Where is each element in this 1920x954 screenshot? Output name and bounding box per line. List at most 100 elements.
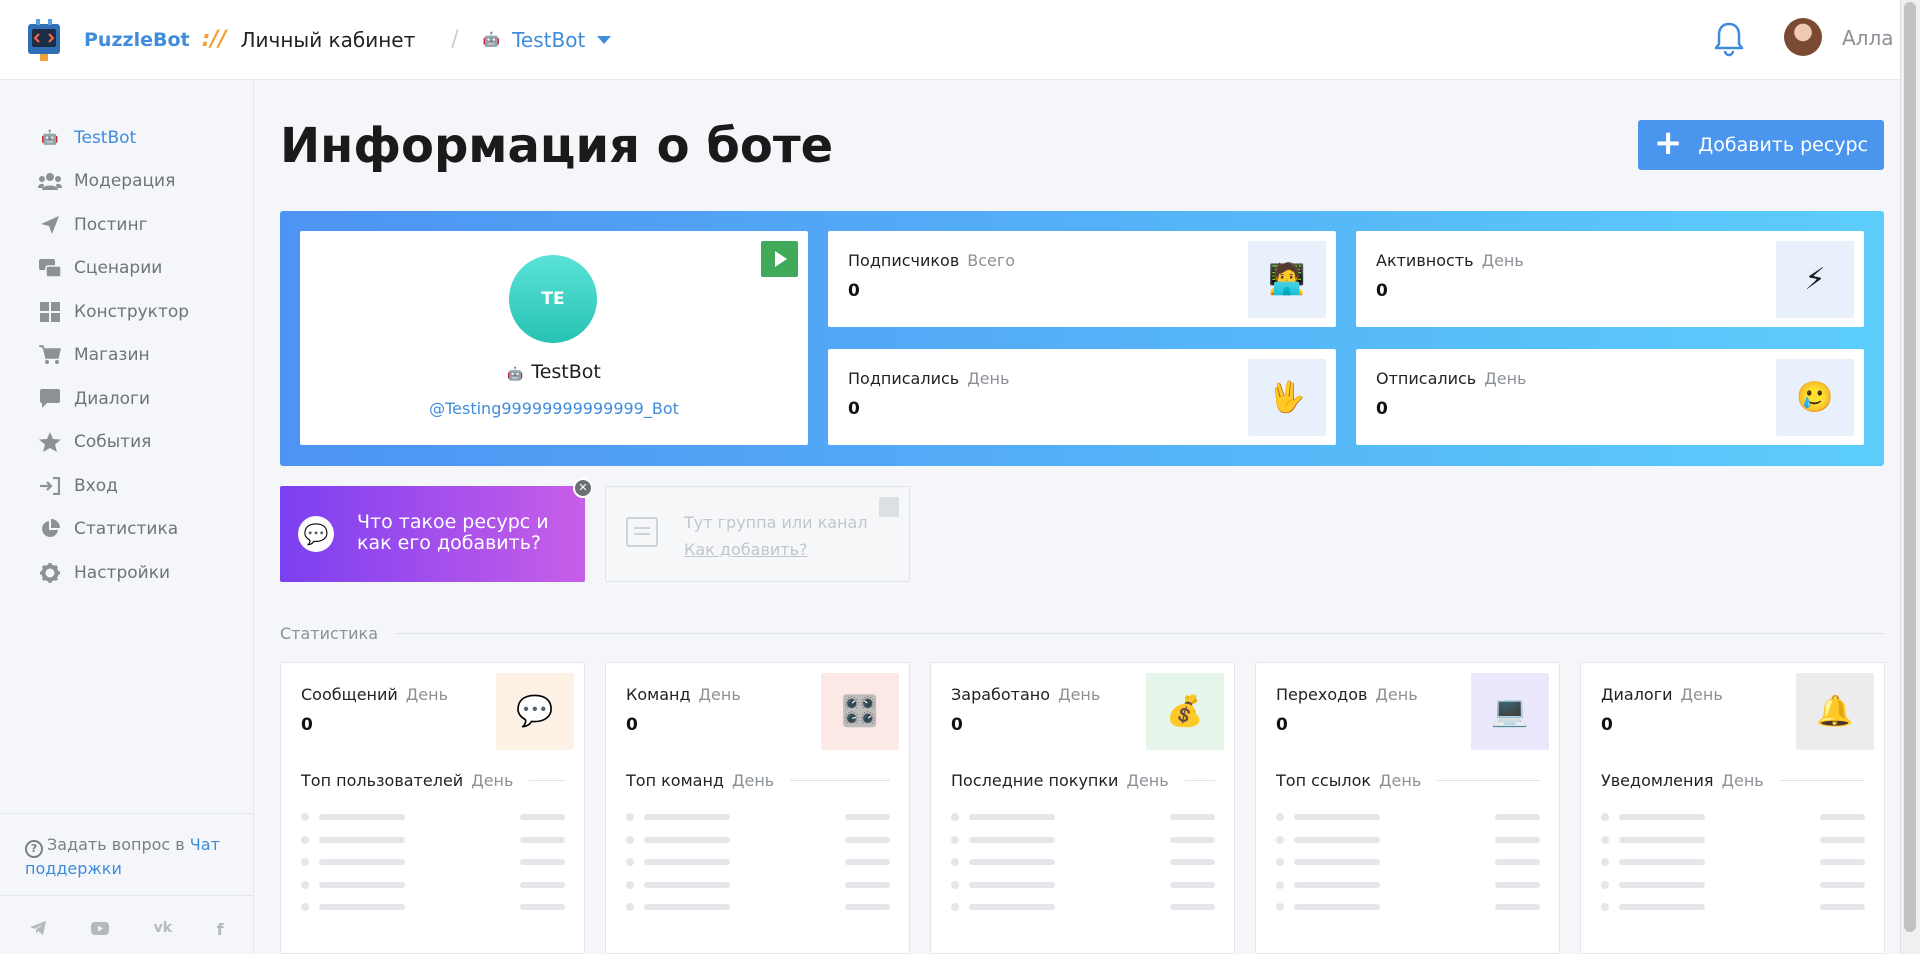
panel-label: Диалоги День	[1601, 685, 1723, 704]
telegram-icon[interactable]	[30, 920, 47, 939]
stat-label-text: Активность	[1376, 251, 1474, 270]
stat-label: Подписались День	[848, 369, 1009, 388]
panel-sub-period: День	[731, 771, 775, 790]
sidebar-item-posting[interactable]: Постинг	[0, 203, 253, 247]
cabinet-link[interactable]: Личный кабинет	[240, 28, 415, 52]
puzzlebot-logo-icon[interactable]	[24, 18, 64, 62]
stat-card-subscribed: Подписались День 0 🖖	[828, 349, 1336, 445]
stat-card-activity: Активность День 0 ⚡	[1356, 231, 1864, 327]
sidebar-nav: 🤖 TestBot Модерация Постинг Сценарии Кон…	[0, 116, 253, 595]
youtube-icon[interactable]	[90, 920, 109, 939]
skeleton-row	[301, 835, 565, 844]
stat-label-text: Отписались	[1376, 369, 1477, 388]
sidebar-item-moderation[interactable]: Модерация	[0, 160, 253, 204]
user-name[interactable]: Алла	[1842, 26, 1894, 50]
brand-separator: ://	[201, 27, 227, 52]
control-knobs-icon: 🎛️	[821, 673, 899, 750]
sidebar-item-events[interactable]: События	[0, 421, 253, 465]
sidebar-item-testbot[interactable]: 🤖 TestBot	[0, 116, 253, 160]
skeleton-row	[301, 858, 565, 866]
stat-panel-clicks: Переходов День 0 💻 Топ ссылок День	[1255, 662, 1560, 954]
sidebar-item-settings[interactable]: Настройки	[0, 551, 253, 595]
close-icon[interactable]: ✕	[573, 478, 593, 498]
stat-panel-dialogs: Диалоги День 0 🔔 Уведомления День	[1580, 662, 1885, 954]
panel-label: Сообщений День	[301, 685, 448, 704]
breadcrumb-separator: /	[451, 27, 459, 52]
page-scrollbar[interactable]	[1900, 0, 1920, 954]
stat-panel-commands: Команд День 0 🎛️ Топ команд День	[605, 662, 910, 954]
panel-subheader: Уведомления День	[1601, 771, 1865, 790]
robot-icon: 🤖	[41, 129, 59, 146]
lightning-icon: ⚡	[1776, 241, 1854, 318]
speech-bubble-icon: 💬	[298, 516, 334, 552]
panel-period: День	[405, 685, 449, 704]
sidebar-item-constructor[interactable]: Конструктор	[0, 290, 253, 334]
panel-sub-period: День	[471, 771, 514, 790]
panel-value: 0	[1276, 715, 1288, 735]
money-bag-icon: 💰	[1146, 673, 1224, 750]
vk-icon[interactable]: vk	[154, 920, 172, 939]
sidebar-item-label: Сценарии	[74, 258, 163, 279]
skeleton-row	[1276, 858, 1540, 866]
grid-icon	[38, 301, 62, 323]
stat-label: Активность День	[1376, 251, 1524, 270]
skeleton-row	[626, 880, 890, 889]
bot-selector-dropdown[interactable]: 🤖 TestBot	[483, 28, 612, 52]
how-to-add-link[interactable]: Как добавить?	[684, 540, 808, 559]
statistics-section-label: Статистика	[280, 624, 1884, 643]
bot-username-link[interactable]: @Testing99999999999999_Bot	[300, 399, 808, 418]
skeleton-row	[1276, 903, 1540, 911]
sidebar: 🤖 TestBot Модерация Постинг Сценарии Кон…	[0, 80, 254, 954]
panel-label: Заработано День	[951, 685, 1100, 704]
robot-icon: 🤖	[482, 31, 501, 48]
skeleton-row	[951, 880, 1215, 889]
panel-sub-period: День	[1126, 771, 1169, 790]
play-icon[interactable]	[761, 241, 798, 277]
speech-bubble-icon: 💬	[496, 673, 574, 750]
sidebar-item-label: TestBot	[74, 127, 137, 148]
panel-subheader: Топ пользователей День	[301, 771, 565, 790]
bot-name-text: TestBot	[531, 361, 601, 383]
sidebar-item-label: Настройки	[74, 562, 171, 583]
stat-label-text: Подписчиков	[848, 251, 960, 270]
support-block: ? Задать вопрос в Чат поддержки	[0, 813, 254, 879]
sidebar-item-scenarios[interactable]: Сценарии	[0, 247, 253, 291]
panel-sub-text: Топ команд	[626, 771, 724, 790]
send-icon	[38, 214, 62, 236]
stat-period: Всего	[967, 251, 1016, 270]
skeleton-row	[1601, 858, 1865, 866]
panel-sub-period: День	[1721, 771, 1764, 790]
sidebar-item-statistics[interactable]: Статистика	[0, 508, 253, 552]
robot-icon: 🤖	[507, 367, 524, 382]
add-resource-label: Добавить ресурс	[1698, 134, 1869, 156]
promo-text: Что такое ресурс и как его добавить?	[357, 512, 549, 554]
panel-sub-text: Уведомления	[1601, 771, 1714, 790]
bell-icon[interactable]	[1713, 20, 1745, 58]
sidebar-item-label: Диалоги	[74, 388, 150, 409]
what-is-resource-card[interactable]: 💬 Что такое ресурс и как его добавить? ✕	[280, 478, 593, 582]
sidebar-item-login[interactable]: Вход	[0, 464, 253, 508]
promo-line-1: Что такое ресурс и	[357, 511, 549, 533]
sidebar-item-shop[interactable]: Магазин	[0, 334, 253, 378]
scrollbar-thumb[interactable]	[1904, 2, 1916, 932]
skeleton-row	[1601, 880, 1865, 889]
add-resource-button[interactable]: + Добавить ресурс	[1638, 120, 1884, 170]
users-icon	[38, 170, 62, 192]
sidebar-item-dialogs[interactable]: Диалоги	[0, 377, 253, 421]
skeleton-row	[1276, 813, 1540, 821]
skeleton-row	[1276, 880, 1540, 889]
vulcan-salute-icon: 🖖	[1248, 359, 1326, 436]
stat-label: Подписчиков Всего	[848, 251, 1015, 270]
skeleton-row	[1601, 903, 1865, 911]
skeleton-row	[1601, 813, 1865, 821]
stat-panel-messages: Сообщений День 0 💬 Топ пользователей День	[280, 662, 585, 954]
technologist-icon: 🧑‍💻	[1248, 241, 1326, 318]
panel-label: Переходов День	[1276, 685, 1418, 704]
top-header: PuzzleBot :// Личный кабинет / 🤖 TestBot	[0, 0, 1900, 80]
page-title: Информация о боте	[280, 118, 834, 174]
sidebar-item-label: Модерация	[74, 171, 176, 192]
brand-name[interactable]: PuzzleBot	[84, 29, 190, 51]
stat-period: День	[1481, 251, 1524, 270]
user-avatar[interactable]	[1784, 18, 1822, 56]
facebook-icon[interactable]: f	[217, 920, 224, 939]
